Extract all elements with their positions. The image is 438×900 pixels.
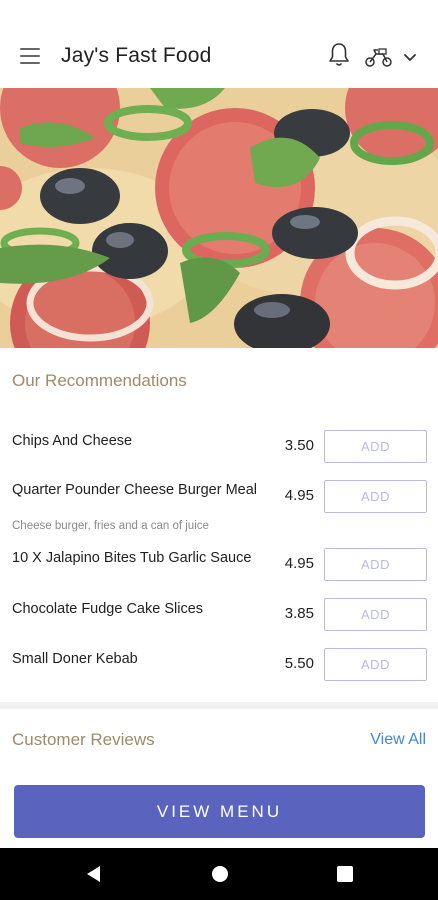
item-name: Quarter Pounder Cheese Burger Meal bbox=[12, 482, 258, 498]
item-name: Chips And Cheese bbox=[12, 433, 133, 449]
item-price: 5.50 bbox=[284, 655, 314, 672]
app-bar: Jay's Fast Food bbox=[0, 0, 438, 88]
scooter-icon[interactable] bbox=[364, 46, 394, 68]
view-all-link[interactable]: View All bbox=[370, 731, 426, 749]
menu-icon[interactable] bbox=[20, 48, 40, 64]
item-description: Cheese burger, fries and a can of juice bbox=[12, 520, 209, 532]
bell-icon[interactable] bbox=[328, 42, 350, 68]
recents-icon[interactable] bbox=[337, 866, 353, 882]
chevron-down-icon[interactable] bbox=[402, 50, 418, 64]
home-icon[interactable] bbox=[212, 866, 228, 882]
item-name: Small Doner Kebab bbox=[12, 651, 138, 667]
add-button[interactable]: ADD bbox=[324, 648, 427, 681]
item-price: 3.50 bbox=[284, 437, 314, 454]
reviews-title: Customer Reviews bbox=[12, 730, 155, 749]
page-title: Jay's Fast Food bbox=[61, 44, 212, 67]
pizza-image bbox=[0, 88, 438, 348]
add-button[interactable]: ADD bbox=[324, 480, 427, 513]
item-price: 4.95 bbox=[284, 555, 314, 572]
item-name: 10 X Jalapino Bites Tub Garlic Sauce bbox=[12, 550, 252, 566]
add-button[interactable]: ADD bbox=[324, 598, 427, 631]
view-menu-button[interactable]: VIEW MENU bbox=[14, 785, 425, 838]
system-nav-bar bbox=[0, 848, 438, 900]
recommendations-title: Our Recommendations bbox=[12, 371, 187, 390]
item-name: Chocolate Fudge Cake Slices bbox=[12, 601, 204, 617]
section-divider bbox=[0, 702, 438, 709]
item-price: 4.95 bbox=[284, 487, 314, 504]
back-icon[interactable] bbox=[85, 865, 101, 883]
item-price: 3.85 bbox=[284, 605, 314, 622]
add-button[interactable]: ADD bbox=[324, 430, 427, 463]
hero-image bbox=[0, 88, 438, 348]
add-button[interactable]: ADD bbox=[324, 548, 427, 581]
